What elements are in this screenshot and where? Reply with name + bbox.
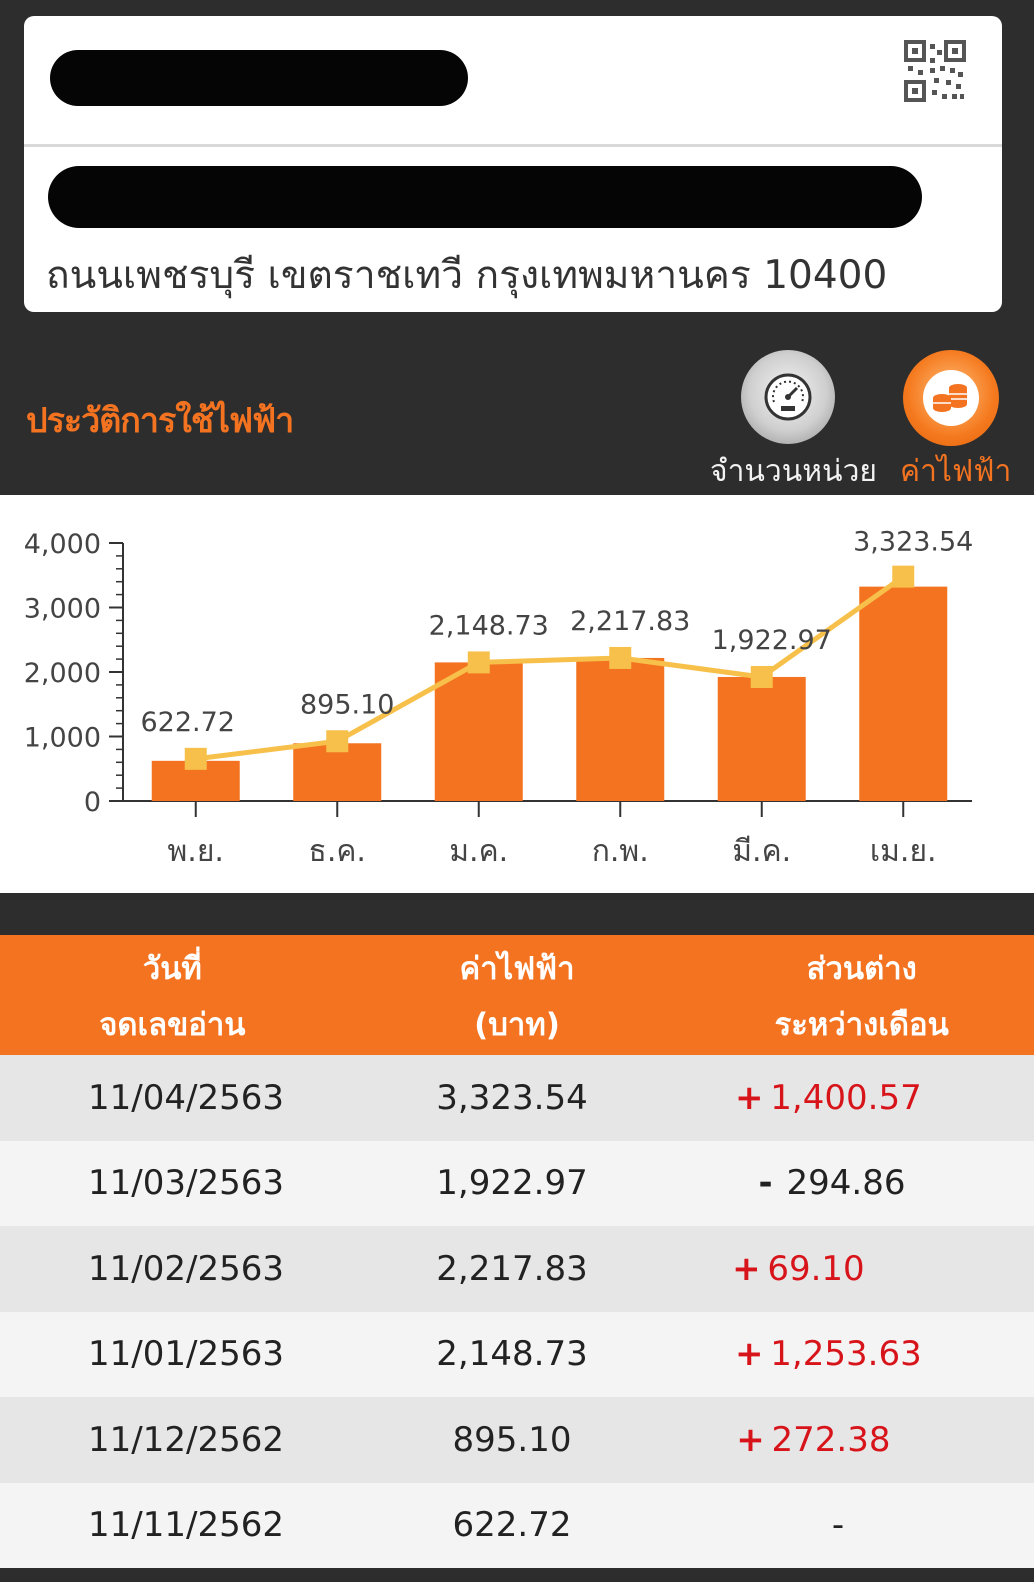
table-row[interactable]: 11/12/2562 895.10 +272.38 — [0, 1397, 1034, 1483]
row-amount: 2,148.73 — [436, 1334, 588, 1375]
row-diff: +1,400.57 — [652, 1078, 1034, 1118]
qr-code-icon[interactable] — [904, 40, 966, 106]
table-header: วันที่จดเลขอ่าน ค่าไฟฟ้า (บาท) ส่วนต่างระ… — [0, 935, 1034, 1055]
row-date: 11/02/2563 — [88, 1248, 284, 1289]
series-point — [184, 747, 207, 770]
row-amount: 895.10 — [452, 1419, 572, 1460]
row-diff: +69.10 — [652, 1249, 1034, 1289]
bar — [434, 662, 523, 801]
gauge-icon — [764, 373, 812, 421]
row-diff-value: 69.10 — [767, 1248, 865, 1289]
header-amount: ค่าไฟฟ้า (บาท) — [345, 935, 690, 1055]
header-date-line2: จดเลขอ่าน — [99, 1007, 246, 1043]
row-amount: 1,922.97 — [436, 1163, 588, 1204]
x-tick-label: เม.ย. — [870, 834, 937, 869]
series-point — [467, 651, 490, 674]
billing-table: วันที่จดเลขอ่าน ค่าไฟฟ้า (บาท) ส่วนต่างระ… — [0, 935, 1034, 1568]
data-label: 2,217.83 — [570, 606, 690, 637]
card-divider — [24, 144, 1002, 147]
row-amount: 622.72 — [452, 1505, 572, 1546]
coins-icon — [923, 370, 979, 426]
table-row[interactable]: 11/01/2563 2,148.73 +1,253.63 — [0, 1311, 1034, 1397]
table-row[interactable]: 11/11/2562 622.72 - — [0, 1482, 1034, 1568]
row-diff-sign: + — [732, 1248, 761, 1289]
redacted-account-name — [50, 50, 468, 106]
row-date: 11/11/2562 — [88, 1505, 284, 1546]
y-tick-label: 0 — [84, 787, 101, 818]
series-point — [892, 565, 915, 588]
x-tick-label: ก.พ. — [592, 834, 649, 869]
header-diff: ส่วนต่างระหว่างเดือน — [689, 935, 1034, 1055]
row-diff: -294.86 — [652, 1163, 1034, 1203]
row-date: 11/04/2563 — [88, 1077, 284, 1118]
data-label: 3,323.54 — [853, 527, 973, 558]
row-date: 11/12/2562 — [88, 1419, 284, 1460]
usage-chart: 0 1,000 2,000 3,000 4,000 พ.ย. ธ.ค. ม.ค. ก.พ. มี.… — [0, 495, 1034, 893]
redacted-address-line — [48, 166, 922, 228]
x-tick-label: ม.ค. — [449, 834, 508, 869]
bar — [859, 586, 948, 801]
x-tick-label: มี.ค. — [732, 834, 791, 869]
x-tick-label: ธ.ค. — [309, 834, 366, 869]
account-card: ถนนเพชรบุรี เขตราชเทวี กรุงเทพมหานคร 104… — [24, 16, 1002, 312]
series-point — [609, 646, 632, 669]
row-amount: 2,217.83 — [436, 1248, 588, 1289]
row-date: 11/01/2563 — [88, 1334, 284, 1375]
row-diff-value: 272.38 — [771, 1419, 891, 1460]
row-diff-sign: + — [735, 1334, 764, 1375]
header-amount-line1: ค่าไฟฟ้า — [459, 951, 575, 987]
bar — [717, 676, 806, 801]
header-diff-line2: ระหว่างเดือน — [774, 1007, 949, 1043]
row-diff: +1,253.63 — [652, 1334, 1034, 1374]
table-body: 11/04/2563 3,323.54 +1,400.57 11/03/2563… — [0, 1055, 1034, 1568]
row-amount: 3,323.54 — [436, 1077, 588, 1118]
data-label: 622.72 — [141, 707, 235, 738]
data-label: 895.10 — [300, 689, 394, 720]
row-diff-value: 1,253.63 — [770, 1334, 922, 1375]
data-label: 2,148.73 — [429, 610, 549, 641]
cost-toggle-label[interactable]: ค่าไฟฟ้า — [900, 448, 1011, 495]
row-diff-sign: + — [736, 1419, 765, 1460]
y-tick-label: 3,000 — [24, 594, 101, 625]
units-toggle-label[interactable]: จำนวนหน่วย — [710, 448, 877, 495]
y-tick-label: 4,000 — [24, 529, 101, 560]
usage-history-title: ประวัติการใช้ไฟฟ้า — [26, 401, 294, 441]
header-date-line1: วันที่ — [142, 951, 202, 987]
y-tick-label: 1,000 — [24, 723, 101, 754]
units-toggle-button[interactable] — [741, 350, 835, 444]
data-label: 1,922.97 — [712, 625, 832, 656]
row-diff-value: - — [831, 1505, 845, 1546]
cost-toggle-button[interactable] — [903, 350, 999, 446]
header-diff-line1: ส่วนต่าง — [806, 951, 917, 987]
bar — [576, 657, 665, 801]
y-tick-label: 2,000 — [24, 658, 101, 689]
header-date: วันที่จดเลขอ่าน — [0, 935, 345, 1055]
row-diff-value: 1,400.57 — [770, 1077, 922, 1118]
series-point — [326, 730, 349, 753]
address-line: ถนนเพชรบุรี เขตราชเทวี กรุงเทพมหานคร 104… — [46, 253, 888, 298]
row-diff: - — [652, 1505, 1034, 1545]
usage-chart-svg: 0 1,000 2,000 3,000 4,000 พ.ย. ธ.ค. ม.ค. ก.พ. มี.… — [24, 527, 974, 869]
header-amount-line2: (บาท) — [474, 1007, 560, 1043]
x-tick-label: พ.ย. — [168, 834, 224, 869]
row-diff-value: 294.86 — [786, 1163, 906, 1204]
row-diff: +272.38 — [652, 1420, 1034, 1460]
row-diff-sign: + — [735, 1077, 764, 1118]
table-row[interactable]: 11/03/2563 1,922.97 -294.86 — [0, 1140, 1034, 1226]
series-point — [750, 665, 773, 688]
table-row[interactable]: 11/02/2563 2,217.83 +69.10 — [0, 1226, 1034, 1312]
row-date: 11/03/2563 — [88, 1163, 284, 1204]
row-diff-sign: - — [758, 1163, 773, 1204]
table-row[interactable]: 11/04/2563 3,323.54 +1,400.57 — [0, 1055, 1034, 1141]
